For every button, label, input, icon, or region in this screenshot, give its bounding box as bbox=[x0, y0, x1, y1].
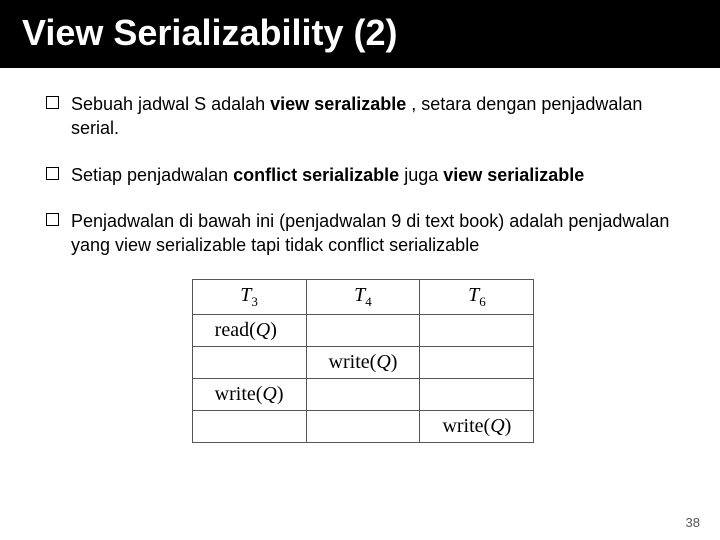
table-cell: read(Q) bbox=[192, 315, 306, 347]
bullet-text: Sebuah jadwal S adalah view seralizable … bbox=[71, 92, 680, 141]
bullet-marker-icon bbox=[46, 213, 59, 226]
table-row: write(Q) bbox=[192, 379, 534, 411]
title-bar: View Serializability (2) bbox=[0, 0, 720, 68]
bullet-item: Setiap penjadwalan conflict serializable… bbox=[46, 163, 680, 187]
table-header-row: T3 T4 T6 bbox=[192, 280, 534, 315]
table-row: write(Q) bbox=[192, 347, 534, 379]
table-header: T6 bbox=[420, 280, 534, 315]
table-row: write(Q) bbox=[192, 411, 534, 443]
table-cell bbox=[192, 347, 306, 379]
bullet-item: Penjadwalan di bawah ini (penjadwalan 9 … bbox=[46, 209, 680, 258]
table-cell bbox=[192, 411, 306, 443]
table-cell: write(Q) bbox=[420, 411, 534, 443]
table-cell bbox=[306, 411, 420, 443]
table-cell bbox=[420, 379, 534, 411]
schedule-table: T3 T4 T6 read(Q) write(Q) write(Q) bbox=[192, 279, 535, 443]
table-cell bbox=[306, 379, 420, 411]
schedule-table-wrap: T3 T4 T6 read(Q) write(Q) write(Q) bbox=[46, 279, 680, 443]
table-cell bbox=[420, 315, 534, 347]
bullet-text: Setiap penjadwalan conflict serializable… bbox=[71, 163, 680, 187]
bullet-item: Sebuah jadwal S adalah view seralizable … bbox=[46, 92, 680, 141]
table-cell bbox=[306, 315, 420, 347]
table-row: read(Q) bbox=[192, 315, 534, 347]
table-body: read(Q) write(Q) write(Q) bbox=[192, 315, 534, 443]
table-header: T3 bbox=[192, 280, 306, 315]
table-header: T4 bbox=[306, 280, 420, 315]
page-number: 38 bbox=[686, 515, 700, 530]
table-cell bbox=[420, 347, 534, 379]
bullet-marker-icon bbox=[46, 167, 59, 180]
slide-title: View Serializability (2) bbox=[22, 12, 698, 54]
table-cell: write(Q) bbox=[306, 347, 420, 379]
bullet-marker-icon bbox=[46, 96, 59, 109]
bullet-text: Penjadwalan di bawah ini (penjadwalan 9 … bbox=[71, 209, 680, 258]
slide-content: Sebuah jadwal S adalah view seralizable … bbox=[0, 68, 720, 443]
table-cell: write(Q) bbox=[192, 379, 306, 411]
